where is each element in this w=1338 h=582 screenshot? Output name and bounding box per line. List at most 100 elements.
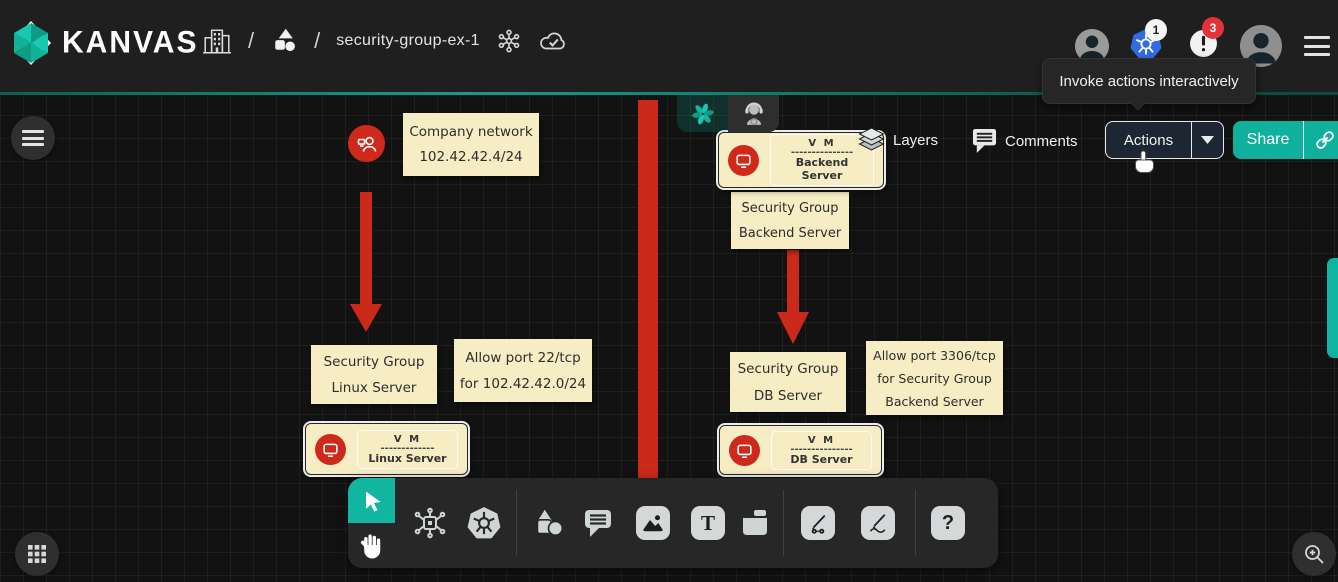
help-button[interactable]: ? bbox=[926, 478, 970, 568]
image-tool-button[interactable] bbox=[631, 478, 675, 568]
vm-divider: --------------- bbox=[776, 446, 867, 453]
boundary-bar[interactable] bbox=[638, 100, 658, 478]
pinwheel-mode-button[interactable] bbox=[677, 95, 728, 132]
text-tool-icon: T bbox=[691, 506, 725, 540]
hand-tool-button[interactable] bbox=[348, 523, 395, 568]
image-tool-icon bbox=[636, 506, 670, 540]
vm-divider: ------------- bbox=[362, 445, 453, 452]
pinwheel-icon bbox=[690, 101, 716, 127]
note-line: Linux Server bbox=[311, 380, 437, 396]
vm-card-body: V M ------------- Linux Server bbox=[357, 430, 458, 469]
tooltip-text: Invoke actions interactively bbox=[1059, 73, 1238, 90]
vm-card-body: V M --------------- DB Server bbox=[771, 431, 872, 470]
note-line: Company network bbox=[403, 124, 539, 140]
caret-down-icon bbox=[1201, 136, 1214, 144]
layers-icon bbox=[858, 127, 885, 153]
note-sg-db[interactable]: Security Group DB Server bbox=[730, 352, 846, 412]
network-user-icon bbox=[355, 132, 379, 156]
vm-monitor-icon bbox=[735, 441, 754, 460]
note-line: Backend Server bbox=[731, 226, 849, 241]
note-line: Security Group bbox=[311, 354, 437, 370]
support-mode-button[interactable] bbox=[728, 95, 779, 132]
comment-tool-icon bbox=[582, 507, 614, 539]
vm-node-disc bbox=[728, 145, 759, 176]
kubernetes-badge: 1 bbox=[1145, 19, 1167, 41]
kubernetes-tool-icon bbox=[466, 505, 502, 541]
grid-icon bbox=[28, 545, 46, 563]
app-window: KANVAS / / securit bbox=[0, 0, 1338, 582]
note-sg-linux[interactable]: Security Group Linux Server bbox=[311, 345, 437, 404]
vm-monitor-icon bbox=[734, 151, 753, 170]
note-allow-port-3306[interactable]: Allow port 3306/tcp for Security Group B… bbox=[866, 341, 1003, 415]
vm-subtitle: Linux Server bbox=[362, 452, 453, 465]
share-button[interactable]: Share bbox=[1233, 121, 1338, 159]
hamburger-menu-icon[interactable] bbox=[1304, 36, 1330, 56]
hand-tool-icon bbox=[360, 533, 384, 559]
freehand-pen-tool-icon bbox=[861, 506, 895, 540]
organization-icon[interactable] bbox=[202, 26, 232, 56]
hamburger-menu-icon bbox=[22, 130, 44, 146]
actions-dropdown[interactable] bbox=[1191, 122, 1223, 158]
document-title[interactable]: security-group-ex-1 bbox=[336, 32, 480, 50]
alerts-badge: 3 bbox=[1202, 17, 1224, 39]
link-icon bbox=[1314, 129, 1336, 151]
brand-name: KANVAS bbox=[62, 25, 198, 61]
cluster-icon[interactable] bbox=[496, 28, 522, 54]
note-sg-backend[interactable]: Security Group Backend Server bbox=[731, 192, 849, 249]
vm-divider: --------------- bbox=[775, 149, 869, 156]
zoom-in-icon bbox=[1303, 543, 1325, 565]
copy-link-button[interactable] bbox=[1303, 121, 1338, 159]
bottom-toolbar: T bbox=[348, 478, 998, 568]
breadcrumb-separator: / bbox=[248, 28, 254, 54]
arrow-network-to-sg[interactable] bbox=[348, 192, 384, 334]
breadcrumb: / / security-group-ex-1 bbox=[202, 26, 568, 56]
vm-subtitle: DB Server bbox=[776, 453, 867, 466]
note-line: Security Group bbox=[731, 201, 849, 216]
breadcrumb-separator: / bbox=[314, 28, 320, 54]
vm-card-db[interactable]: V M --------------- DB Server bbox=[719, 425, 882, 475]
toolbar-divider bbox=[783, 490, 784, 556]
vm-card-linux[interactable]: V M ------------- Linux Server bbox=[305, 423, 468, 475]
zoom-in-button[interactable] bbox=[1292, 532, 1336, 576]
select-tool-icon bbox=[360, 489, 384, 513]
connector-pen-tool-icon bbox=[801, 506, 835, 540]
note-allow-port-22[interactable]: Allow port 22/tcp for 102.42.42.0/24 bbox=[454, 339, 592, 402]
freehand-pen-tool-button[interactable] bbox=[856, 478, 900, 568]
comments-label: Comments bbox=[1005, 133, 1078, 150]
comment-tool-button[interactable] bbox=[576, 478, 620, 568]
cloud-synced-icon bbox=[538, 28, 568, 54]
vm-node-disc bbox=[729, 435, 760, 466]
help-icon: ? bbox=[931, 506, 965, 540]
comments-icon bbox=[972, 128, 997, 154]
brand-logo[interactable]: KANVAS bbox=[10, 20, 198, 66]
note-line: Allow port 3306/tcp bbox=[866, 348, 1003, 363]
canvas-mode-panel bbox=[677, 95, 779, 132]
right-panel-handle[interactable] bbox=[1327, 258, 1338, 358]
layers-button[interactable]: Layers bbox=[858, 127, 938, 153]
vm-node-disc bbox=[315, 434, 346, 465]
kubernetes-tool-button[interactable] bbox=[462, 478, 506, 568]
shapes-tool-button[interactable] bbox=[526, 478, 570, 568]
shapes-icon[interactable] bbox=[270, 27, 298, 55]
pointer-cursor-icon bbox=[1133, 150, 1155, 174]
note-tool-icon bbox=[738, 506, 772, 540]
vm-subtitle: Backend Server bbox=[775, 156, 869, 182]
actions-button[interactable]: Actions bbox=[1105, 121, 1224, 159]
topology-tool-button[interactable] bbox=[408, 478, 452, 568]
share-label[interactable]: Share bbox=[1233, 121, 1303, 159]
comments-button[interactable]: Comments bbox=[972, 128, 1078, 154]
arrow-sg-to-db[interactable] bbox=[775, 250, 811, 348]
shapes-tool-icon bbox=[531, 506, 565, 540]
tooltip: Invoke actions interactively bbox=[1042, 58, 1256, 104]
note-tool-button[interactable] bbox=[733, 478, 777, 568]
canvas-menu-button[interactable] bbox=[11, 116, 55, 160]
note-company-network[interactable]: Company network 102.42.42.4/24 bbox=[403, 113, 539, 176]
connector-pen-tool-button[interactable] bbox=[796, 478, 840, 568]
text-tool-button[interactable]: T bbox=[686, 478, 730, 568]
select-tool-button[interactable] bbox=[348, 478, 395, 523]
note-line: for 102.42.42.0/24 bbox=[454, 376, 592, 392]
note-line: DB Server bbox=[730, 388, 846, 404]
chip-tool-icon bbox=[413, 506, 447, 540]
network-user-node[interactable] bbox=[348, 125, 385, 162]
grid-apps-button[interactable] bbox=[15, 532, 59, 576]
